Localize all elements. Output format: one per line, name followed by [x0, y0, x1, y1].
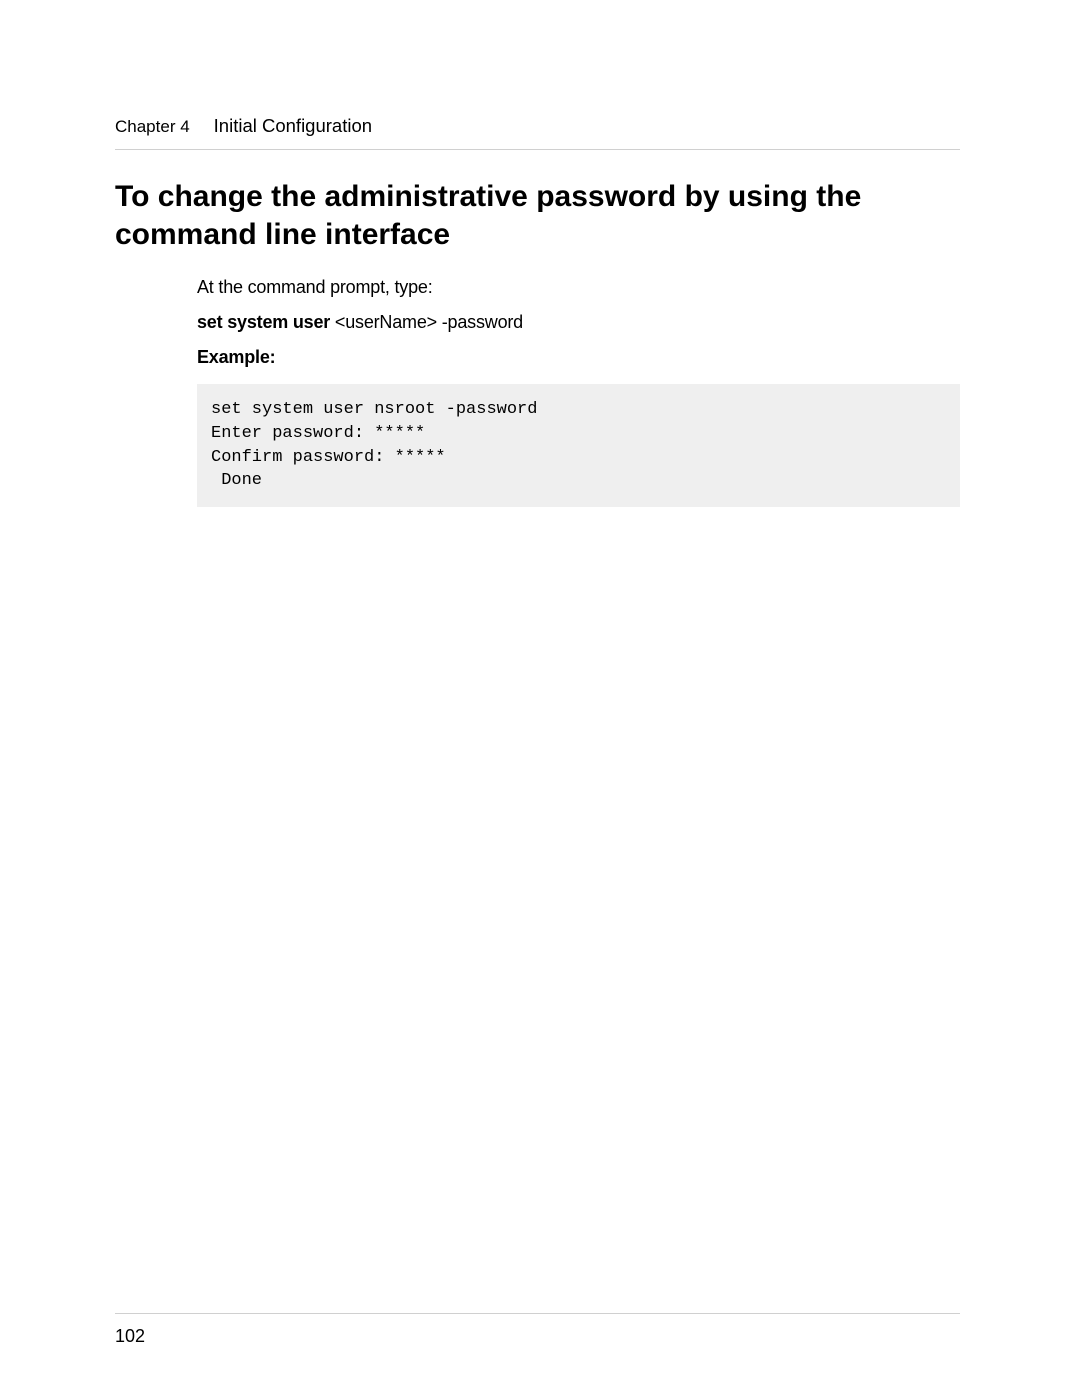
chapter-title: Initial Configuration [214, 115, 372, 137]
running-header: Chapter 4 Initial Configuration [115, 115, 960, 150]
command-syntax: set system user <userName> -password [197, 312, 960, 333]
code-block: set system user nsroot -password Enter p… [197, 384, 960, 507]
body-block: At the command prompt, type: set system … [197, 277, 960, 507]
command-rest: <userName> -password [330, 312, 523, 332]
page-number: 102 [115, 1326, 145, 1346]
intro-text: At the command prompt, type: [197, 277, 960, 298]
section-heading: To change the administrative password by… [115, 178, 960, 253]
page-container: Chapter 4 Initial Configuration To chang… [0, 0, 1080, 1397]
example-label: Example: [197, 347, 960, 368]
page-footer: 102 [115, 1313, 960, 1347]
command-bold: set system user [197, 312, 330, 332]
chapter-label: Chapter 4 [115, 117, 190, 137]
